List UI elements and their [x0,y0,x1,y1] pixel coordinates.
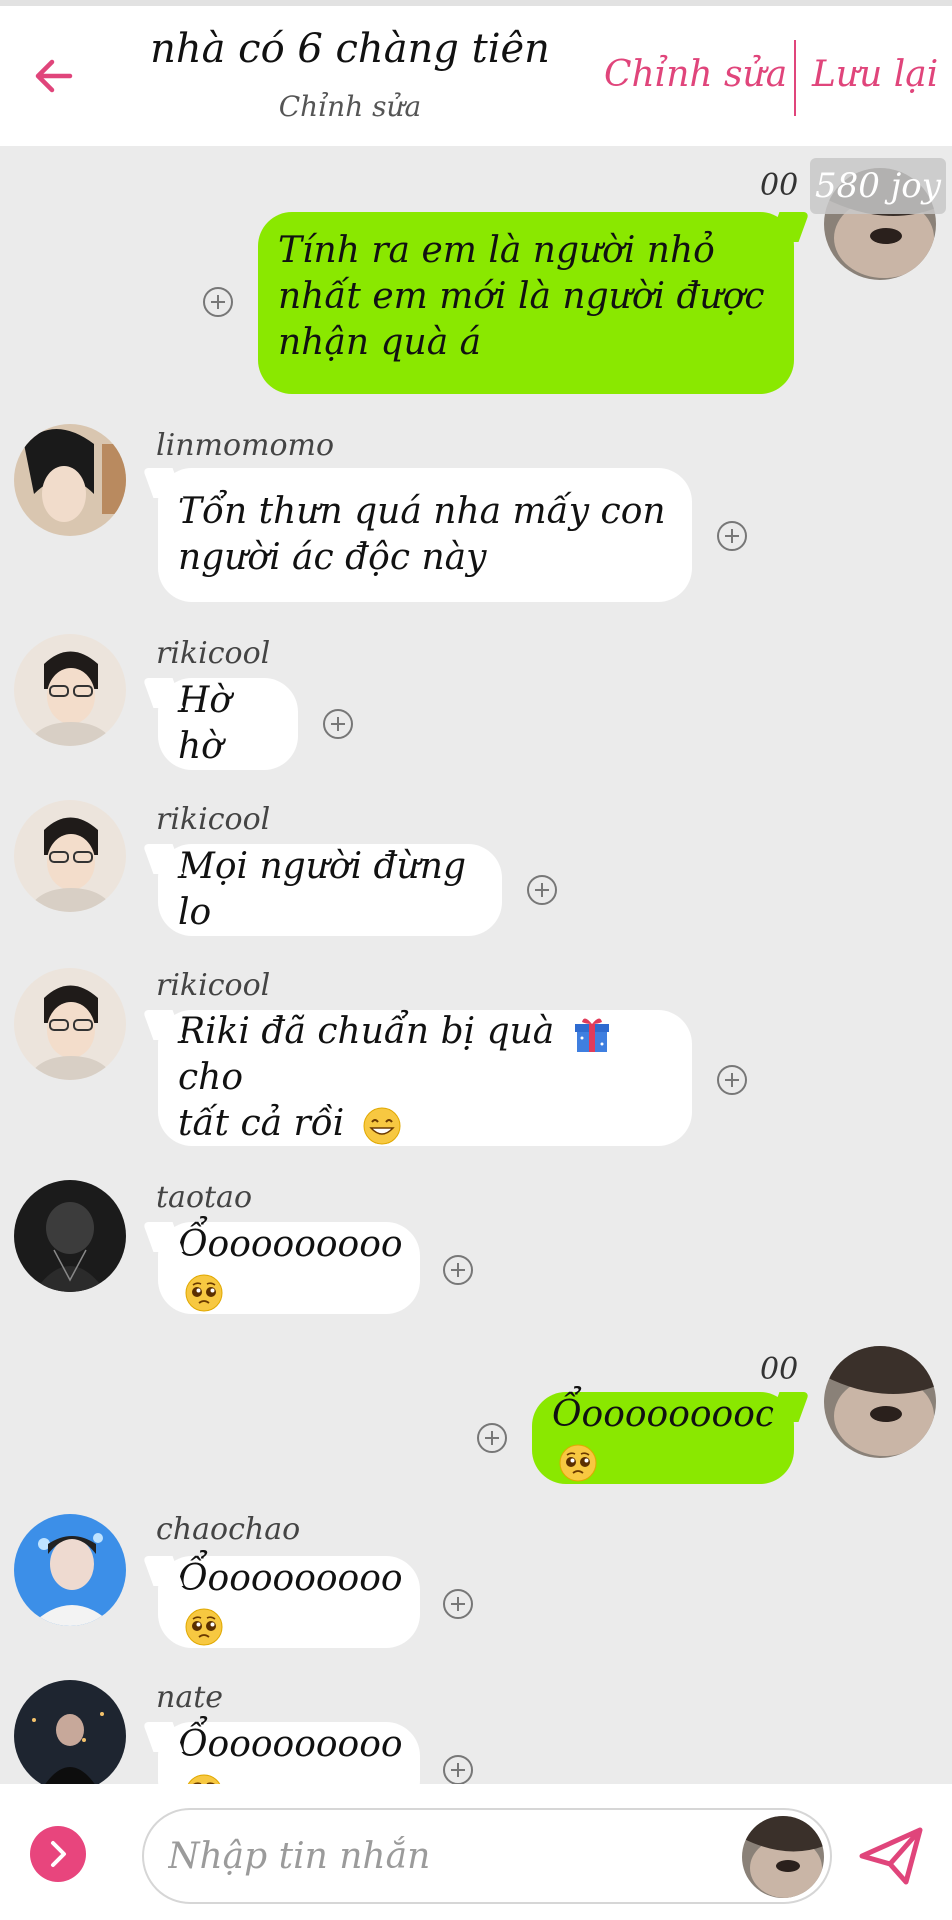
gift-emoji-icon [572,1014,612,1054]
avatar[interactable] [14,1680,126,1784]
message-bubble-in[interactable]: Ổooooooooo [158,1556,420,1648]
message-line: nhất em mới là người được [278,276,765,317]
message-text: Ổooooooooo [178,1724,403,1765]
pleading-face-emoji-icon [184,1607,224,1647]
edit-button[interactable]: Chỉnh sửa [604,54,787,95]
composer-bar [0,1784,952,1920]
sender-name: linmomomo [156,428,335,463]
message-text: Ổooooooooo [178,1224,403,1265]
chat-title: nhà có 6 chàng tiên [150,26,550,72]
plus-circle-icon[interactable] [526,874,558,906]
pleading-face-emoji-icon [184,1273,224,1313]
header-divider [794,40,796,116]
plus-circle-icon[interactable] [322,708,354,740]
sender-name: rikicool [156,636,271,671]
message-list[interactable]: 00 580 joy Tính ra em là người nhỏ nhất … [0,146,952,1784]
message-line: Tính ra em là người nhỏ [278,230,715,271]
message-bubble-in[interactable]: Ổooooooooo [158,1222,420,1314]
message-bubble-out[interactable]: Ổooooooooo [532,1392,794,1484]
plus-circle-icon[interactable] [716,520,748,552]
message-bubble-out[interactable]: Tính ra em là người nhỏ nhất em mới là n… [258,212,794,394]
sender-name: rikicool [156,968,271,1003]
message-line: nhận quà á [278,322,482,363]
message-line: Tổn thưn quá nha mấy con [178,491,666,532]
avatar[interactable] [14,634,126,746]
avatar[interactable] [14,1180,126,1292]
sender-name: 00 [760,168,799,203]
sender-name: nate [156,1680,224,1715]
points-badge: 580 joy [810,158,946,214]
expand-button[interactable] [30,1826,86,1882]
message-line: Riki đã chuẩn bị quà cho [178,1009,672,1101]
sender-name: 00 [760,1352,799,1387]
grinning-emoji-icon [362,1106,402,1146]
message-input[interactable] [168,1828,708,1884]
sender-name: rikicool [156,802,271,837]
plus-circle-icon[interactable] [442,1588,474,1620]
message-line: người ác độc này [178,537,487,578]
message-input-field[interactable] [142,1808,832,1904]
message-bubble-in[interactable]: Riki đã chuẩn bị quà cho tất cả rồi [158,1010,692,1146]
plus-circle-icon[interactable] [716,1064,748,1096]
message-text: cho [178,1057,244,1098]
message-line: Ổooooooooo [178,1722,403,1784]
message-bubble-in[interactable]: Tổn thưn quá nha mấy con người ác độc nà… [158,468,692,602]
message-text: Riki đã chuẩn bị quà [178,1011,555,1052]
message-line: tất cả rồi [178,1101,672,1147]
message-bubble-in[interactable]: Mọi người đừng lo [158,844,502,936]
avatar[interactable] [14,424,126,536]
avatar[interactable] [14,800,126,912]
message-line: Hờ hờ [178,680,232,767]
message-line: Ổooooooooo [178,1222,403,1314]
pleading-face-emoji-icon [184,1773,224,1784]
sender-name: chaochao [156,1512,301,1547]
sender-name: taotao [156,1180,253,1215]
avatar[interactable] [14,1514,126,1626]
message-line: Mọi người đừng lo [178,846,466,933]
message-text: Ổooooooooo [552,1394,777,1435]
message-bubble-in[interactable]: Ổooooooooo [158,1722,420,1784]
message-text: Ổooooooooo [178,1558,403,1599]
chevron-right-icon [51,1841,66,1867]
pleading-face-emoji-icon [558,1443,598,1483]
message-line: Ổooooooooo [552,1392,777,1484]
plus-circle-icon[interactable] [202,286,234,318]
chat-header: nhà có 6 chàng tiên Chỉnh sửa Chỉnh sửa … [0,6,952,146]
message-line: Ổooooooooo [178,1556,403,1648]
plus-circle-icon[interactable] [442,1254,474,1286]
avatar[interactable] [14,968,126,1080]
chat-subtitle: Chỉnh sửa [278,90,422,123]
arrow-left-icon[interactable] [30,52,78,100]
save-button[interactable]: Lưu lại [812,54,938,95]
avatar[interactable] [742,1816,824,1898]
paper-plane-icon[interactable] [858,1824,924,1888]
message-text: tất cả rồi [178,1103,345,1144]
plus-circle-icon[interactable] [442,1754,474,1784]
plus-circle-icon[interactable] [476,1422,508,1454]
avatar[interactable] [824,1346,936,1458]
message-bubble-in[interactable]: Hờ hờ [158,678,298,770]
